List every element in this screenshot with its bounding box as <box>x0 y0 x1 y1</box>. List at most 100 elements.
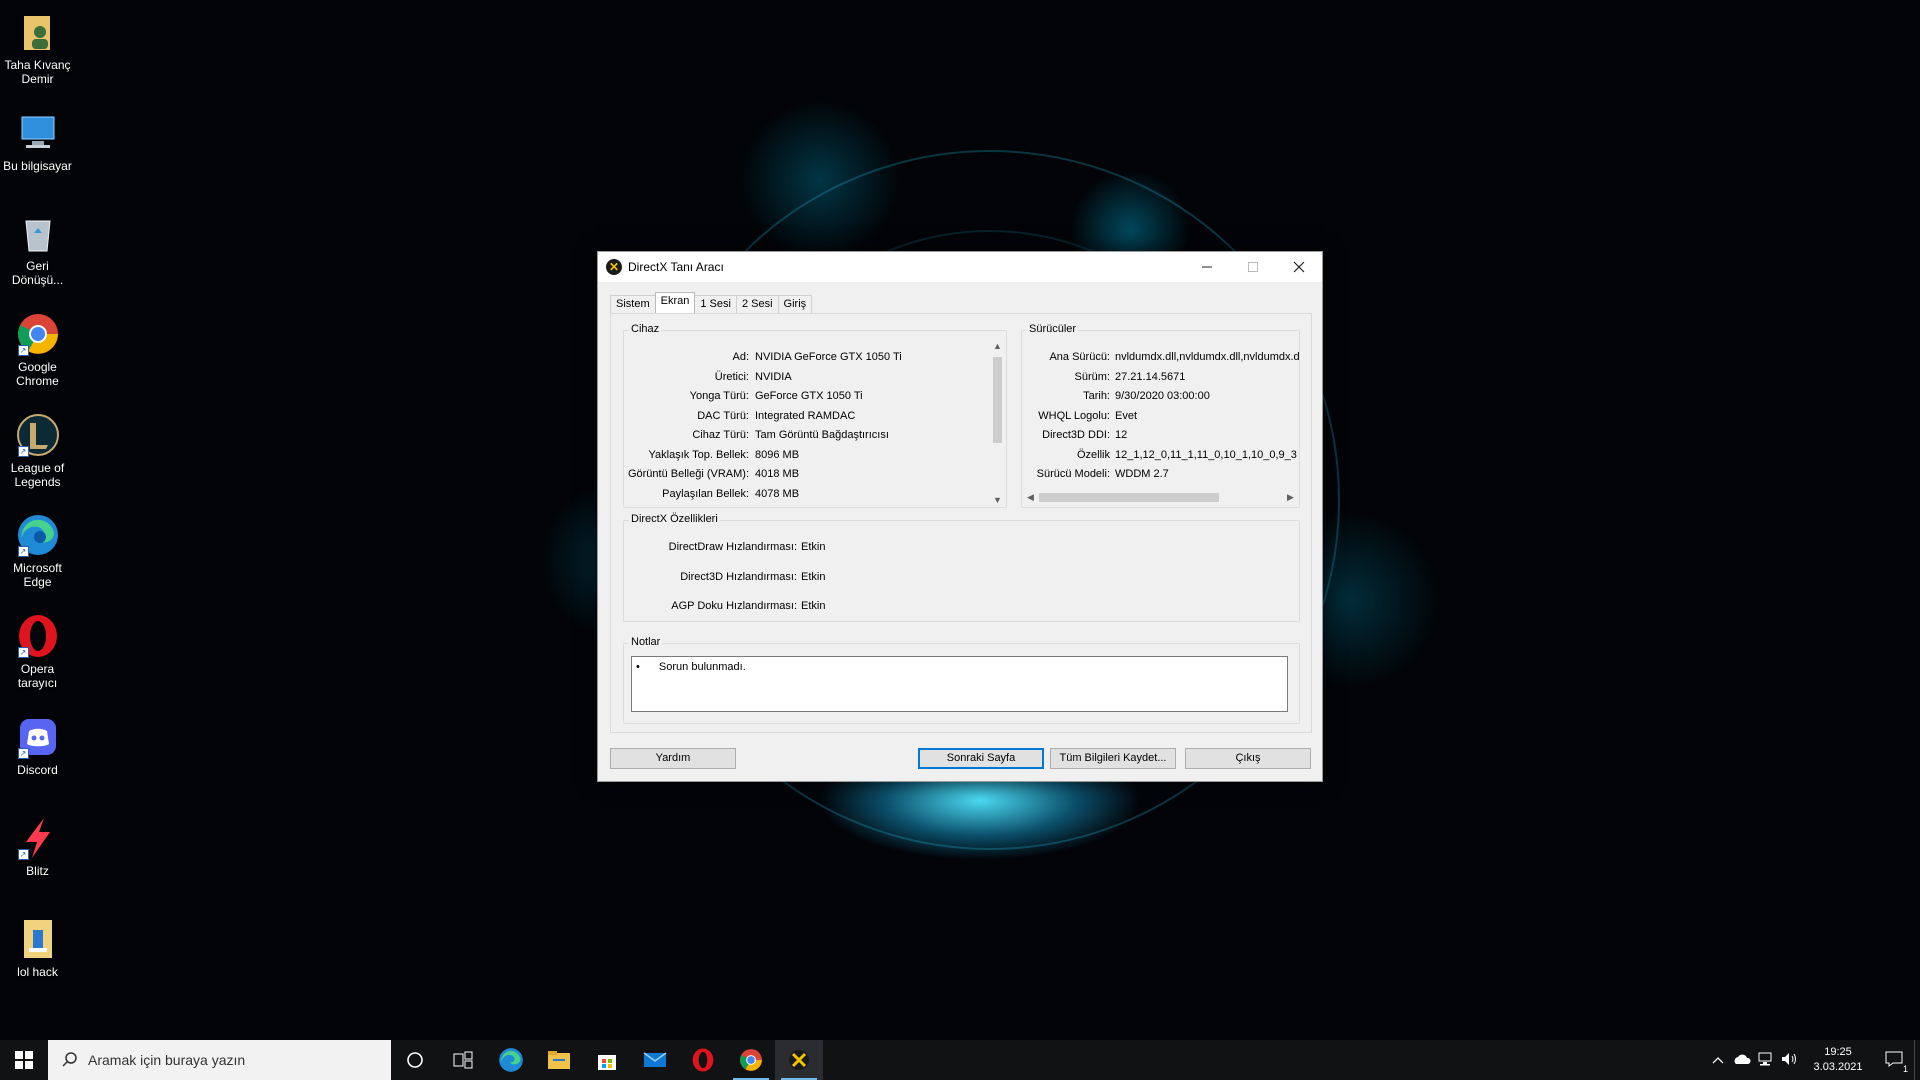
start-button[interactable] <box>0 1040 48 1080</box>
property-key: Sürücü Modeli: <box>1036 468 1110 480</box>
desktop-icon-label: Google Chrome <box>16 360 59 388</box>
scroll-right-icon[interactable]: ▶ <box>1282 492 1299 503</box>
discord-icon: ↗ <box>16 715 60 759</box>
desktop-icon-blitz[interactable]: ↗ Blitz <box>0 816 75 878</box>
property-value: GeForce GTX 1050 Ti <box>755 390 863 402</box>
mail-icon <box>643 1052 667 1067</box>
taskbar-store[interactable] <box>583 1040 631 1080</box>
desktop-icon-lol-hack[interactable]: lol hack <box>0 917 75 979</box>
maximize-icon <box>1248 262 1258 272</box>
device-properties[interactable]: Ad: NVIDIA GeForce GTX 1050 Ti Üretici: NV… <box>624 331 988 507</box>
shortcut-arrow-icon: ↗ <box>17 546 29 557</box>
speaker-icon <box>1782 1052 1796 1065</box>
desktop-icon-recycle-bin[interactable]: Geri Dönüşü... <box>0 211 75 287</box>
property-key: AGP Doku Hızlandırması: <box>671 600 797 612</box>
drivers-group: Sürücüler Ana Sürücü: nvldumdx.dll,nvldum… <box>1021 323 1300 508</box>
volume-button[interactable] <box>1778 1052 1802 1069</box>
scroll-thumb[interactable] <box>993 357 1002 443</box>
notes-item-text: Sorun bulunmadı. <box>658 661 746 673</box>
action-center-button[interactable]: 1 <box>1874 1051 1914 1074</box>
help-button[interactable]: Yardım <box>610 748 736 769</box>
property-key: Üretici: <box>714 370 749 383</box>
notes-group-label: Notlar <box>629 636 663 648</box>
maximize-button[interactable] <box>1230 252 1276 282</box>
property-key: Cihaz Türü: <box>692 429 749 441</box>
shortcut-arrow-icon: ↗ <box>17 345 29 356</box>
property-value: Tam Görüntü Bağdaştırıcısı <box>755 429 889 441</box>
driver-row: Direct3D DDI: 12 <box>1022 429 1299 445</box>
desktop-icon-opera[interactable]: ↗ Opera tarayıcı <box>0 614 75 690</box>
drivers-horizontal-scrollbar[interactable]: ◀ ▶ <box>1022 489 1299 506</box>
taskbar-opera[interactable] <box>679 1040 727 1080</box>
tab-strip: Sistem Ekran 1 Sesi 2 Sesi Giriş <box>610 292 813 313</box>
notification-count: 1 <box>1902 1063 1908 1074</box>
cortana-icon <box>407 1052 423 1068</box>
taskbar-mail[interactable] <box>631 1040 679 1080</box>
device-row: DAC Türü: Integrated RAMDAC <box>624 410 988 426</box>
drivers-properties[interactable]: Ana Sürücü: nvldumdx.dll,nvldumdx.dll,nvl… <box>1022 331 1299 489</box>
taskbar-edge[interactable] <box>487 1040 535 1080</box>
feature-row: Direct3D Hızlandırması: Etkin <box>624 571 1224 587</box>
dxdiag-icon <box>789 1050 809 1070</box>
tab-ekran[interactable]: Ekran <box>654 292 696 313</box>
taskbar-search-box[interactable]: Aramak için buraya yazın <box>48 1040 391 1080</box>
minimize-button[interactable] <box>1184 252 1230 282</box>
opera-icon <box>692 1048 714 1072</box>
taskbar-dxdiag[interactable] <box>775 1040 823 1080</box>
scroll-left-icon[interactable]: ◀ <box>1022 492 1039 503</box>
bullet-icon: • <box>636 661 640 673</box>
scroll-thumb[interactable] <box>1039 493 1219 502</box>
next-page-button[interactable]: Sonraki Sayfa <box>918 748 1044 769</box>
desktop-icon-user-folder[interactable]: Taha Kıvanç Demir <box>0 10 75 86</box>
desktop-icon-league-of-legends[interactable]: ↗ League of Legends <box>0 413 75 489</box>
taskbar-file-explorer[interactable] <box>535 1040 583 1080</box>
cortana-button[interactable] <box>391 1040 439 1080</box>
onedrive-button[interactable] <box>1730 1053 1754 1068</box>
desktop-icon-edge[interactable]: ↗ Microsoft Edge <box>0 513 75 589</box>
device-row: Cihaz Türü: Tam Görüntü Bağdaştırıcısı <box>624 429 988 445</box>
tab-giris[interactable]: Giriş <box>777 295 813 313</box>
store-icon <box>598 1055 616 1070</box>
close-button[interactable] <box>1276 252 1322 282</box>
taskbar-chrome[interactable] <box>727 1040 775 1080</box>
window-titlebar[interactable]: ✕ DirectX Tanı Aracı <box>598 252 1322 282</box>
notes-textbox[interactable]: • Sorun bulunmadı. <box>631 656 1288 712</box>
property-value: nvldumdx.dll,nvldumdx.dll,nvldumdx.dll <box>1115 351 1299 363</box>
save-all-info-button[interactable]: Tüm Bilgileri Kaydet... <box>1050 748 1176 769</box>
taskbar-clock[interactable]: 19:25 3.03.2021 <box>1802 1045 1874 1075</box>
exit-button[interactable]: Çıkış <box>1185 748 1311 769</box>
property-key: WHQL Logolu: <box>1038 409 1110 422</box>
file-explorer-icon <box>548 1051 570 1069</box>
tab-2-sesi[interactable]: 2 Sesi <box>735 295 779 313</box>
edge-icon: ↗ <box>16 513 60 557</box>
property-value: 27.21.14.5671 <box>1115 370 1186 383</box>
device-vertical-scrollbar[interactable]: ▲ ▼ <box>989 339 1006 507</box>
directx-features-group: DirectX Özellikleri DirectDraw Hızlandır… <box>623 513 1300 622</box>
notes-item: • Sorun bulunmadı. <box>636 661 746 673</box>
show-desktop-button[interactable] <box>1914 1040 1920 1080</box>
desktop-icon-this-pc[interactable]: Bu bilgisayar <box>0 111 75 173</box>
desktop-icon-discord[interactable]: ↗ Discord <box>0 715 75 777</box>
property-value: 4018 MB <box>755 468 800 480</box>
tab-sistem[interactable]: Sistem <box>610 295 656 313</box>
desktop-icon-label: Blitz <box>26 864 49 878</box>
tab-1-sesi[interactable]: 1 Sesi <box>694 295 737 313</box>
desktop-icon-label: Taha Kıvanç Demir <box>4 58 71 86</box>
property-value: Etkin <box>801 600 826 612</box>
shortcut-arrow-icon: ↗ <box>17 748 29 759</box>
directx-diagnostic-window: ✕ DirectX Tanı Aracı Sistem Ekran 1 Sesi… <box>597 251 1323 782</box>
opera-icon: ↗ <box>16 614 60 658</box>
property-value: WDDM 2.7 <box>1115 468 1169 480</box>
shortcut-arrow-icon: ↗ <box>17 446 29 457</box>
desktop-icon-label: League of Legends <box>10 461 65 489</box>
scroll-down-icon[interactable]: ▼ <box>989 495 1006 505</box>
shortcut-arrow-icon: ↗ <box>17 647 29 658</box>
scroll-up-icon[interactable]: ▲ <box>989 341 1006 351</box>
property-value: Integrated RAMDAC <box>755 409 856 422</box>
task-view-button[interactable] <box>439 1040 487 1080</box>
desktop-icon-chrome[interactable]: ↗ Google Chrome <box>0 312 75 388</box>
network-button[interactable] <box>1754 1052 1778 1069</box>
taskbar: Aramak için buraya yazın 19:25 3.03.2021… <box>0 1040 1920 1080</box>
chrome-icon <box>740 1049 762 1071</box>
show-hidden-icons-button[interactable] <box>1706 1053 1730 1067</box>
